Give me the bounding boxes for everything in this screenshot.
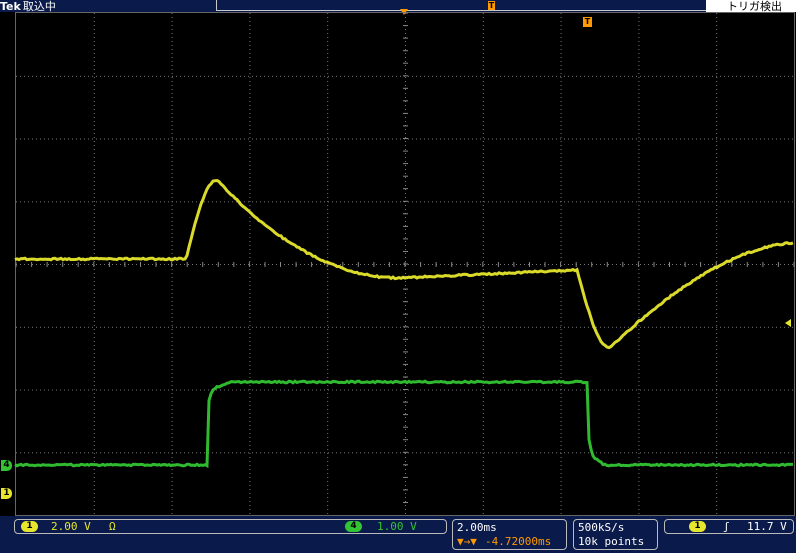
rising-edge-icon: ʃ bbox=[723, 520, 730, 533]
channel-1-scale: 2.00 V bbox=[51, 520, 91, 533]
channel-4-ground-marker[interactable]: 4 bbox=[1, 460, 12, 471]
trigger-level-icon bbox=[785, 319, 791, 327]
readout-bar: 1 2.00 V Ω 4 1.00 V 2.00ms ▼→▼ -4.72000m… bbox=[0, 516, 796, 553]
channel-1-badge[interactable]: 1 bbox=[21, 521, 38, 532]
channel-4-marker-label: 4 bbox=[3, 460, 9, 470]
channel-1-coupling: Ω bbox=[109, 520, 116, 533]
trigger-readout-panel[interactable]: 1 ʃ 11.7 V bbox=[664, 519, 794, 534]
channel-1-ground-marker[interactable]: 1 bbox=[1, 488, 12, 499]
vertical-readout-panel[interactable]: 1 2.00 V Ω 4 1.00 V bbox=[14, 519, 447, 534]
horizontal-position: -4.72000ms bbox=[485, 535, 551, 548]
horizontal-position-icon: ▼→▼ bbox=[457, 535, 477, 548]
time-per-division: 2.00ms bbox=[457, 521, 497, 534]
horizontal-readout-panel[interactable]: 2.00ms ▼→▼ -4.72000ms bbox=[452, 519, 567, 550]
waveform-display bbox=[0, 0, 796, 553]
channel-4-scale: 1.00 V bbox=[377, 520, 417, 533]
trigger-level: 11.7 V bbox=[747, 520, 787, 533]
grid-dots bbox=[16, 13, 795, 515]
channel-4-badge[interactable]: 4 bbox=[345, 521, 362, 532]
trigger-source-badge[interactable]: 1 bbox=[689, 521, 706, 532]
acquisition-readout-panel[interactable]: 500kS/s 10k points bbox=[573, 519, 658, 550]
record-length: 10k points bbox=[578, 535, 644, 548]
channel-1-marker-label: 1 bbox=[3, 488, 9, 498]
sample-rate: 500kS/s bbox=[578, 521, 624, 534]
